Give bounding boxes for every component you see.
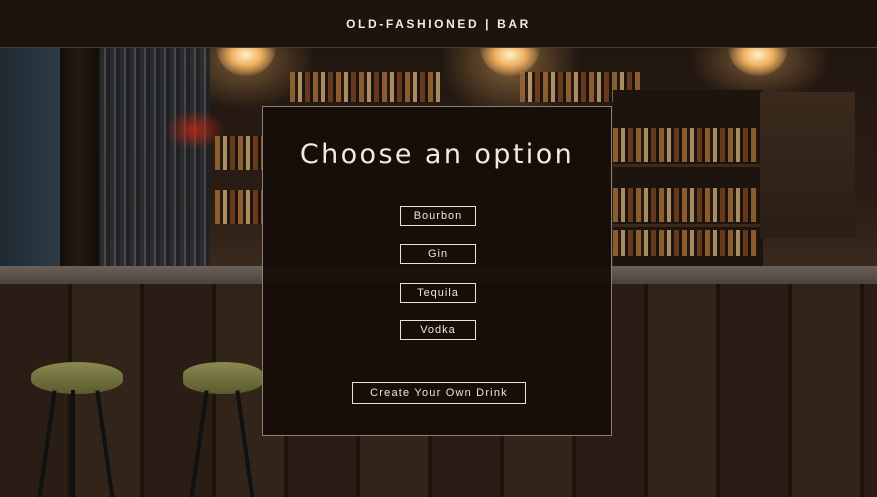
create-your-own-drink-button[interactable]: Create Your Own Drink xyxy=(352,382,526,404)
wooden-column xyxy=(60,48,98,270)
panel-title: Choose an option xyxy=(299,139,575,170)
choose-option-panel: Choose an option Bourbon Gin Tequila Vod… xyxy=(262,106,612,436)
bottle-shelf-top xyxy=(290,72,440,102)
option-gin-button[interactable]: Gin xyxy=(400,244,476,264)
brand-title: OLD-FASHIONED | BAR xyxy=(346,16,531,31)
bottle-shelf-right xyxy=(613,90,763,268)
pendant-lamp-left xyxy=(216,46,276,76)
wooden-cabinet xyxy=(760,92,855,238)
pendant-lamp-right xyxy=(728,46,788,76)
bottle-shelf-left-lower xyxy=(215,190,263,224)
corrugated-wall xyxy=(100,48,210,270)
option-vodka-button[interactable]: Vodka xyxy=(400,320,476,340)
option-bourbon-button[interactable]: Bourbon xyxy=(400,206,476,226)
top-bar: OLD-FASHIONED | BAR xyxy=(0,0,877,48)
bar-stool-left xyxy=(31,362,123,497)
bar-background-photo: OLD-FASHIONED | BAR Choose an option Bou… xyxy=(0,0,877,497)
bottle-shelf-left xyxy=(215,136,263,170)
option-tequila-button[interactable]: Tequila xyxy=(400,283,476,303)
